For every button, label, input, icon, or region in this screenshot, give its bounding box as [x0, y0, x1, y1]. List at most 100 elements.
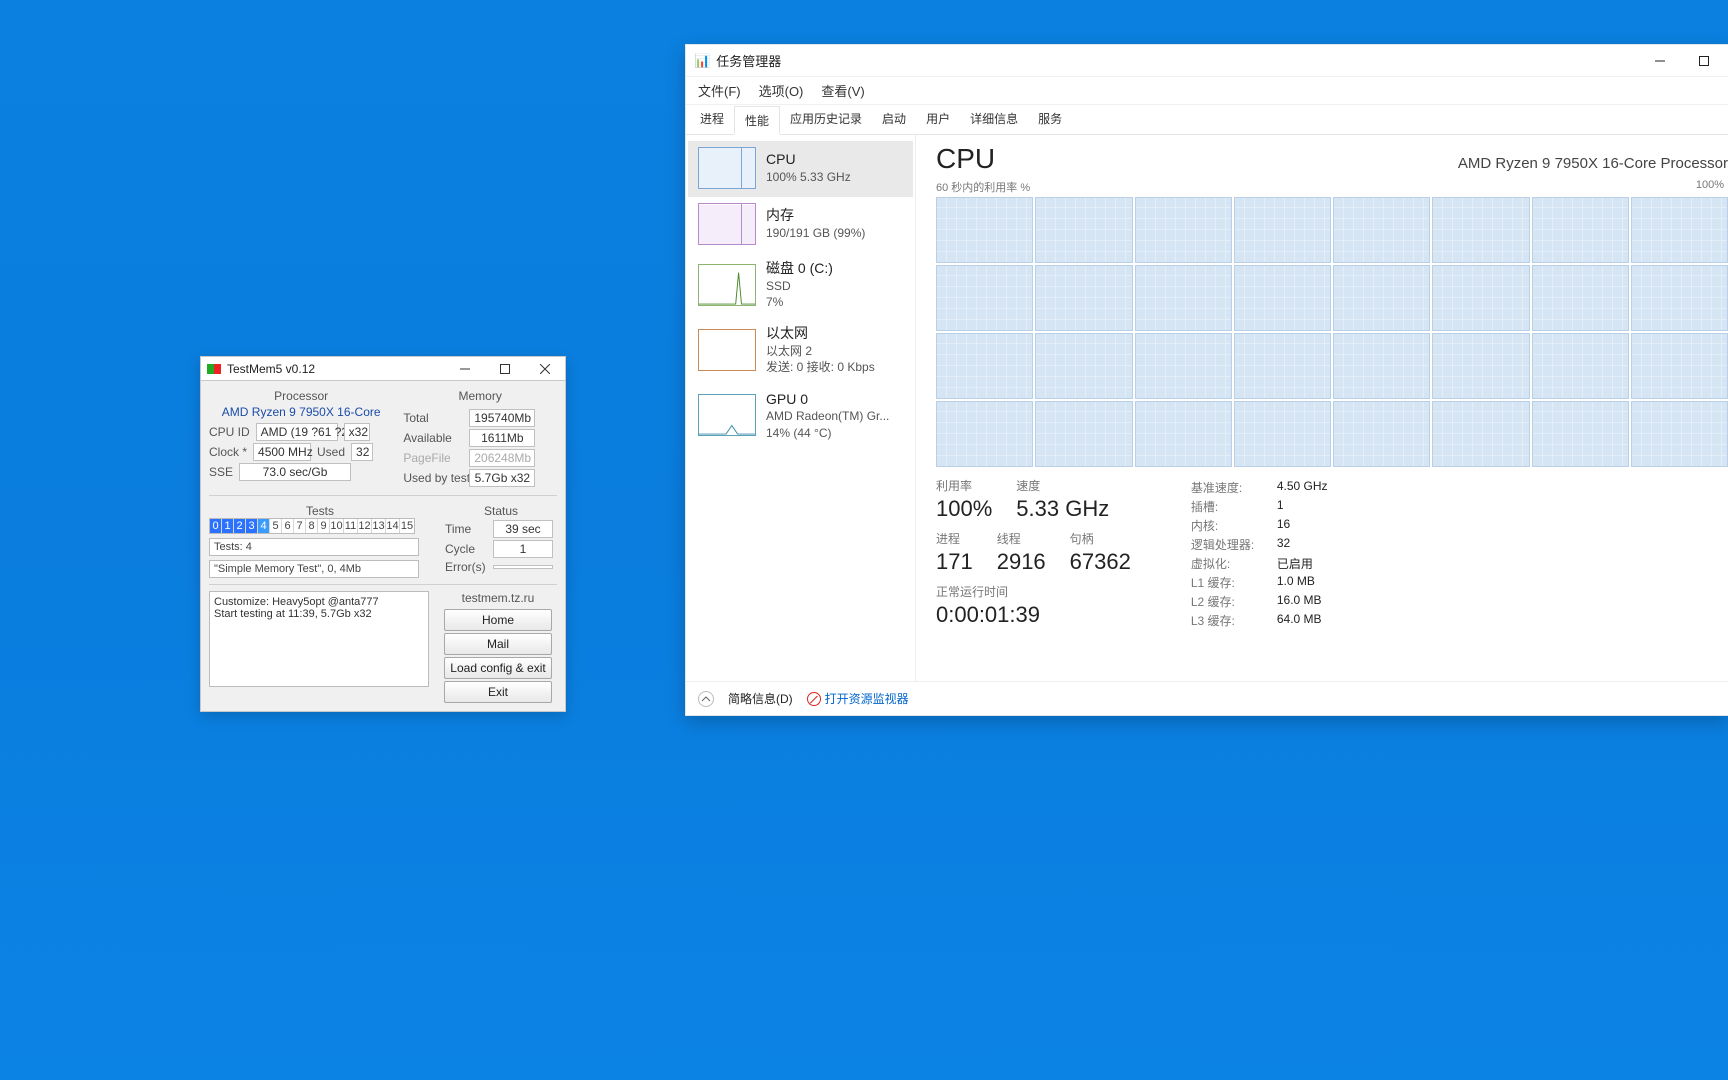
errors-label: Error(s) — [445, 560, 485, 574]
tab-bar: 进程性能应用历史记录启动用户详细信息服务 — [686, 105, 1728, 135]
sidebar-item-memory[interactable]: 内存 190/191 GB (99%) — [688, 197, 913, 253]
util-label: 利用率 — [936, 477, 992, 494]
spec-value: 16 — [1277, 517, 1290, 534]
exit-button[interactable]: Exit — [444, 681, 552, 703]
handle-value: 67362 — [1070, 549, 1131, 575]
tab-item[interactable]: 性能 — [734, 106, 780, 135]
speed-value: 5.33 GHz — [1016, 496, 1109, 522]
cpu-core-cell — [1631, 197, 1728, 263]
homepage-url: testmem.tz.ru — [439, 591, 557, 605]
resmon-label: 打开资源监视器 — [825, 690, 909, 707]
minimize-button[interactable] — [1638, 45, 1682, 77]
testmem5-titlebar[interactable]: TestMem5 v0.12 — [201, 357, 565, 381]
spec-value: 64.0 MB — [1277, 612, 1322, 629]
cpu-core-grid[interactable] — [936, 197, 1728, 467]
cpu-core-cell — [1333, 401, 1430, 467]
spec-row: 逻辑处理器:32 — [1191, 536, 1328, 553]
no-entry-icon — [807, 692, 821, 706]
cpu-core-cell — [1432, 197, 1529, 263]
test-cell: 8 — [306, 519, 318, 533]
menu-item[interactable]: 查看(V) — [821, 81, 864, 100]
sidebar-item-disk[interactable]: 磁盘 0 (C:) SSD 7% — [688, 253, 913, 318]
cpu-core-cell — [1234, 333, 1331, 399]
spec-value: 1.0 MB — [1277, 574, 1315, 591]
menu-item[interactable]: 选项(O) — [759, 81, 804, 100]
task-manager-icon: 📊 — [694, 53, 710, 69]
mail-button[interactable]: Mail — [444, 633, 552, 655]
resource-monitor-link[interactable]: 打开资源监视器 — [807, 690, 909, 707]
cpu-thumb — [698, 147, 756, 189]
tab-item[interactable]: 应用历史记录 — [780, 105, 872, 134]
sidebar-eth-sub2: 发送: 0 接收: 0 Kbps — [766, 359, 875, 375]
tab-item[interactable]: 详细信息 — [960, 105, 1028, 134]
chevron-up-icon[interactable] — [698, 691, 714, 707]
spec-value: 已启用 — [1277, 555, 1313, 572]
status-section-label: Status — [445, 504, 557, 518]
ethernet-thumb — [698, 329, 756, 371]
cpu-core-cell — [936, 265, 1033, 331]
sidebar-item-gpu[interactable]: GPU 0 AMD Radeon(TM) Gr... 14% (44 °C) — [688, 384, 913, 449]
home-button[interactable]: Home — [444, 609, 552, 631]
cpu-core-cell — [1532, 265, 1629, 331]
spec-value: 1 — [1277, 498, 1284, 515]
cpu-core-cell — [1035, 265, 1132, 331]
spec-key: 基准速度: — [1191, 479, 1259, 496]
test-cell: 5 — [270, 519, 282, 533]
test-cell: 4 — [258, 519, 270, 533]
cpu-core-cell — [1631, 401, 1728, 467]
cpu-core-cell — [1135, 333, 1232, 399]
sidebar: CPU 100% 5.33 GHz 内存 190/191 GB (99%) — [686, 135, 916, 681]
maximize-button[interactable] — [485, 357, 525, 381]
handle-label: 句柄 — [1070, 530, 1131, 547]
cpu-core-cell — [1135, 197, 1232, 263]
sse-label: SSE — [209, 465, 233, 479]
menu-item[interactable]: 文件(F) — [698, 81, 741, 100]
gpu-thumb — [698, 394, 756, 436]
close-button[interactable] — [525, 357, 565, 381]
minimize-button[interactable] — [445, 357, 485, 381]
test-cell: 9 — [318, 519, 330, 533]
sidebar-cpu-sub: 100% 5.33 GHz — [766, 169, 851, 185]
mem-total-value: 195740Mb — [469, 409, 535, 427]
mem-usedtest-label: Used by test — [403, 471, 463, 485]
tab-item[interactable]: 服务 — [1028, 105, 1072, 134]
cpu-core-cell — [1532, 401, 1629, 467]
spec-row: 基准速度: 4.50 GHz — [1191, 479, 1328, 496]
cpu-core-cell — [1035, 401, 1132, 467]
graph-right-label: 100% — [1696, 179, 1724, 195]
tests-progress-cells: 0123456789101112131415 — [209, 518, 415, 534]
testmem5-title: TestMem5 v0.12 — [227, 362, 445, 376]
spec-value: 4.50 GHz — [1277, 479, 1328, 496]
task-manager-title: 任务管理器 — [716, 51, 1638, 70]
memory-section-label: Memory — [403, 389, 557, 403]
cpuid-threads: x32 — [344, 423, 370, 441]
used-value: 32 — [351, 443, 373, 461]
sidebar-item-ethernet[interactable]: 以太网 以太网 2 发送: 0 接收: 0 Kbps — [688, 318, 913, 383]
tab-item[interactable]: 用户 — [916, 105, 960, 134]
tab-item[interactable]: 启动 — [872, 105, 916, 134]
test-cell: 2 — [234, 519, 246, 533]
task-manager-titlebar[interactable]: 📊 任务管理器 — [686, 45, 1728, 77]
simple-view-link[interactable]: 简略信息(D) — [728, 690, 793, 707]
cpu-core-cell — [1532, 333, 1629, 399]
tests-line2: "Simple Memory Test", 0, 4Mb — [209, 560, 419, 578]
load-config-button[interactable]: Load config & exit — [444, 657, 552, 679]
cycle-value: 1 — [493, 540, 553, 558]
tab-item[interactable]: 进程 — [690, 105, 734, 134]
sidebar-item-cpu[interactable]: CPU 100% 5.33 GHz — [688, 141, 913, 197]
cpu-core-cell — [1035, 197, 1132, 263]
menu-bar: 文件(F) 选项(O) 查看(V) — [686, 77, 1728, 105]
spec-key: L3 缓存: — [1191, 612, 1259, 629]
spec-key: L2 缓存: — [1191, 593, 1259, 610]
log-output: Customize: Heavy5opt @anta777 Start test… — [209, 591, 429, 687]
sidebar-eth-name: 以太网 — [766, 324, 875, 343]
maximize-button[interactable] — [1682, 45, 1726, 77]
sidebar-disk-sub1: SSD — [766, 278, 833, 294]
cpuid-value: AMD (19 ?61 ?2) — [256, 423, 338, 441]
spec-key: L1 缓存: — [1191, 574, 1259, 591]
task-manager-footer: 简略信息(D) 打开资源监视器 — [686, 681, 1728, 715]
time-label: Time — [445, 522, 485, 536]
test-cell: 3 — [246, 519, 258, 533]
test-cell: 12 — [358, 519, 372, 533]
proc-label: 进程 — [936, 530, 973, 547]
